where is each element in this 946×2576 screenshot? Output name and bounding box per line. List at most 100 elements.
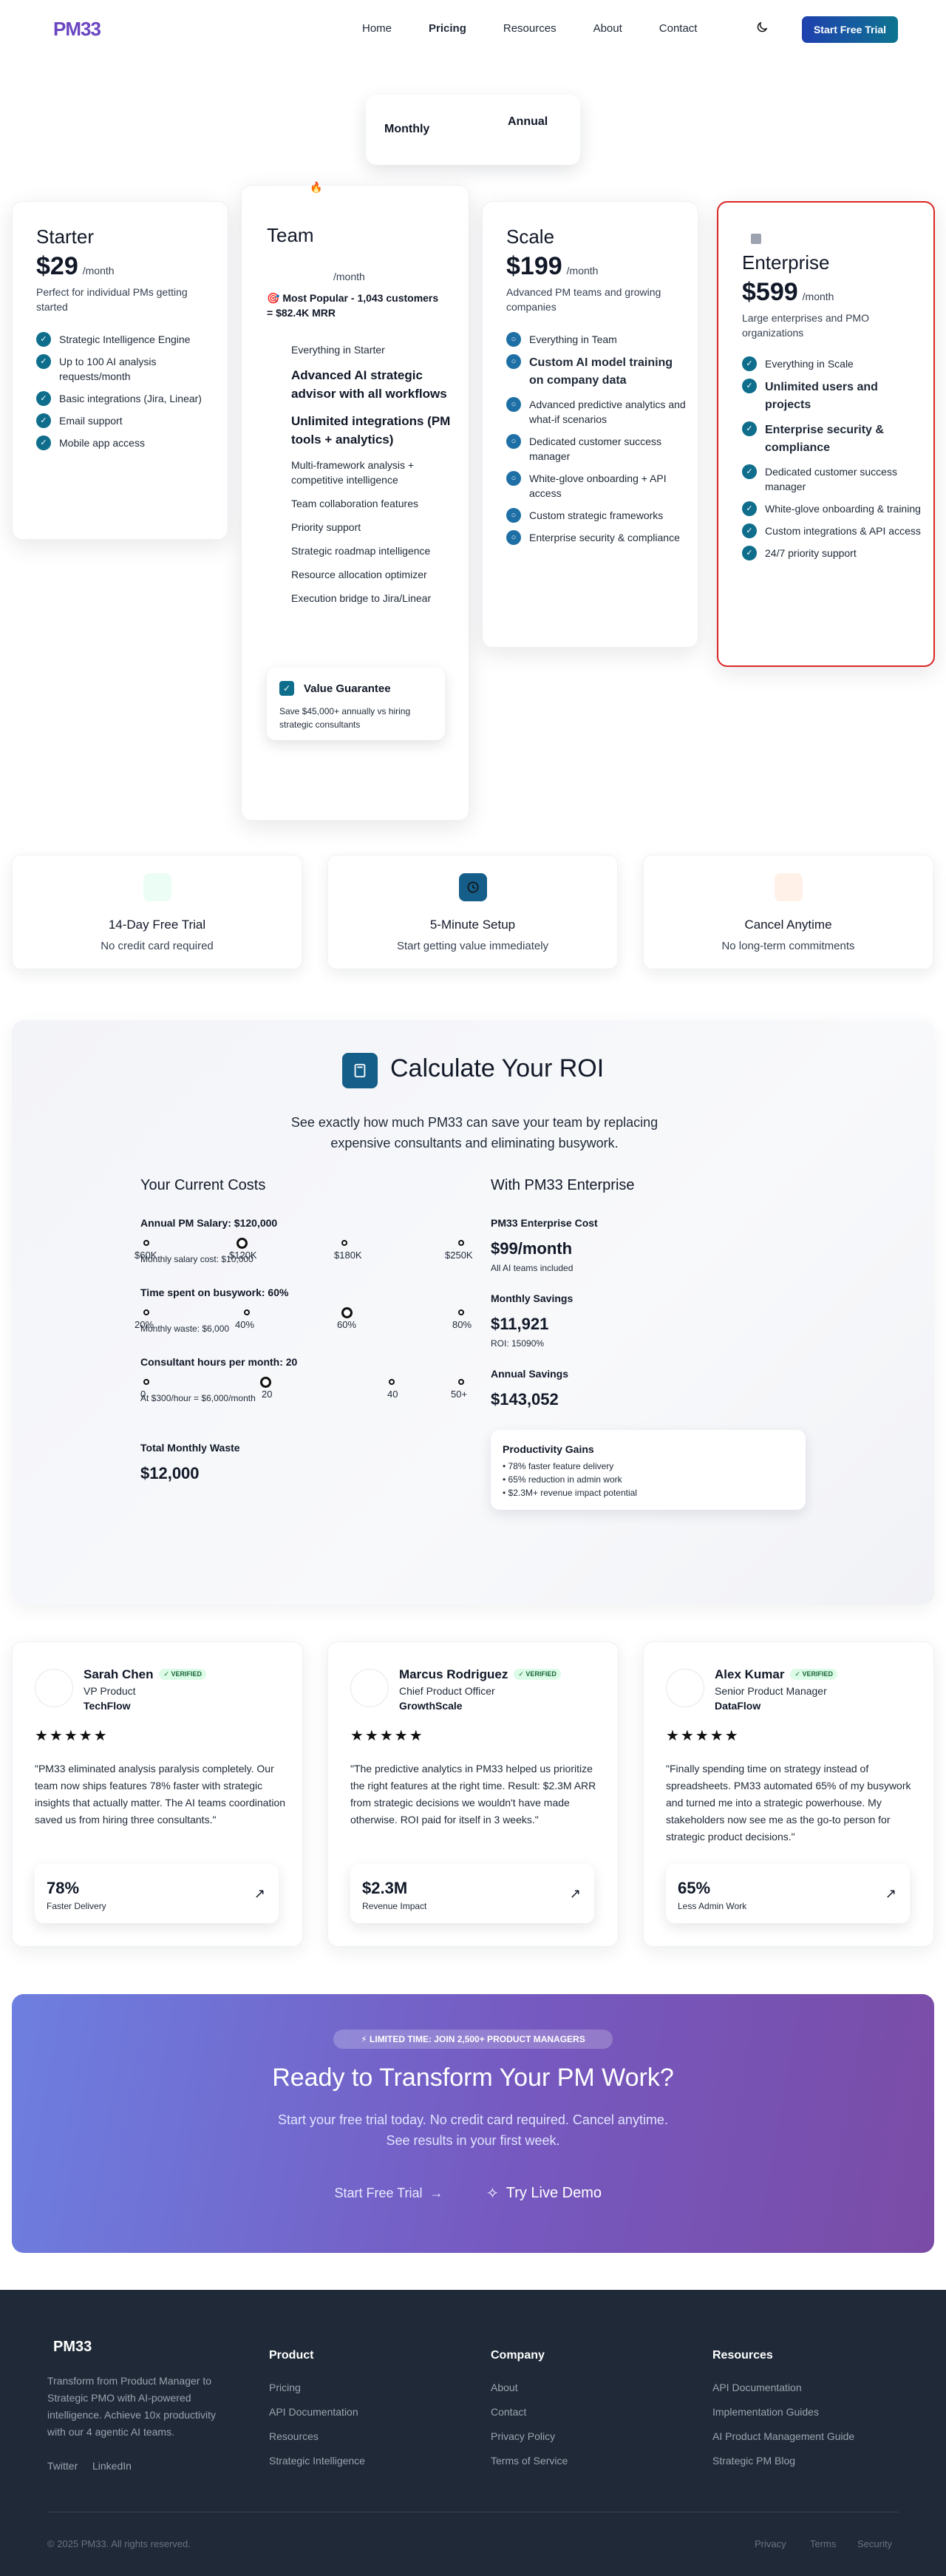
toggle-annual[interactable]: Annual [508,115,548,129]
footer-link[interactable]: Contact [491,2406,568,2418]
footer-col-title: Product [269,2349,314,2362]
trust-sub: No credit card required [101,940,214,952]
busywork-label: Time spent on busywork: 60% [140,1287,289,1298]
footer: PM33 Transform from Product Manager to S… [0,2290,946,2576]
slider-mark [244,1309,250,1315]
feature-item: Advanced AI strategic advisor with all w… [291,368,447,401]
twitter-link[interactable]: Twitter [47,2460,78,2472]
footer-link[interactable]: Strategic Intelligence [269,2455,365,2467]
plan-features: ✓ Everything in Scale ✓ Unlimited users an… [742,356,925,568]
footer-link[interactable]: Strategic PM Blog [712,2455,854,2467]
salary-slider[interactable]: $60K $120K $180K $250K Monthly salary co… [135,1236,473,1266]
testimonial-name: Sarah Chen ✓ VERIFIED [84,1667,207,1682]
moon-icon[interactable] [755,21,769,34]
feature-item: ✓ 24/7 priority support [742,546,925,560]
consult-tick: 20 [262,1389,273,1400]
plan-price: $599 [742,278,798,306]
feature-item: ✓ White-glove onboarding & training [742,501,925,516]
testimonial-quote: "The predictive analytics in PM33 helped… [350,1763,596,1826]
trending-up-icon: ↗ [253,1886,265,1901]
consultant-slider[interactable]: 0 20 40 50+ At $300/hour = $6,000/month [140,1375,467,1405]
star-rating: ★★★★★ [666,1728,740,1744]
busywork-slider[interactable]: 20% 40% 60% 80% Monthly waste: $6,000 [135,1306,472,1335]
plan-period: /month [566,265,599,277]
footer-link[interactable]: Resources [269,2430,365,2442]
security-link[interactable]: Security [857,2538,892,2549]
feature-item: ○ Custom AI model training on company dat… [506,354,687,390]
trending-up-icon: ↗ [569,1886,581,1901]
slider-thumb[interactable] [260,1377,271,1388]
gain-item: • $2.3M+ revenue impact potential [503,1488,637,1498]
avatar [35,1669,73,1707]
check-icon: ✓ [36,332,51,347]
slider-mark [389,1379,395,1385]
feature-item: Resource allocation optimizer [291,569,427,580]
target-icon: 🎯 [267,292,283,304]
footer-link[interactable]: Implementation Guides [712,2406,854,2418]
feature-item: ○ Everything in Team [506,332,687,347]
footer-link[interactable]: Pricing [269,2382,365,2393]
feature-item: ✓ Enterprise security & compliance [742,421,925,457]
nav-resources[interactable]: Resources [503,22,557,35]
slider-thumb[interactable] [236,1238,248,1249]
limited-time-badge: ⚡ LIMITED TIME: JOIN 2,500+ PRODUCT MANA… [333,2030,613,2049]
savings-value: $11,921 [491,1315,549,1333]
salary-label: Annual PM Salary: $120,000 [140,1217,278,1229]
slider-mark [143,1240,149,1246]
nav-pricing[interactable]: Pricing [429,22,466,35]
footer-link[interactable]: Privacy Policy [491,2430,568,2442]
salary-tick: $180K [334,1250,362,1261]
plan-card-enterprise: Enterprise $599/month Large enterprises … [717,201,935,667]
check-icon: ○ [506,332,521,347]
verified-badge: ✓ VERIFIED [514,1669,561,1680]
footer-link[interactable]: Terms of Service [491,2455,568,2467]
feature-item: ✓ Dedicated customer success manager [742,464,925,494]
gift-icon [143,873,171,901]
trending-up-icon: ↗ [885,1886,896,1901]
plan-price: $199 [506,252,562,280]
slider-thumb[interactable] [341,1307,353,1318]
cta-banner: ⚡ LIMITED TIME: JOIN 2,500+ PRODUCT MANA… [12,1994,934,2253]
consult-note: At $300/hour = $6,000/month [140,1393,256,1403]
nav-home[interactable]: Home [362,22,392,35]
star-rating: ★★★★★ [350,1728,424,1744]
footer-link[interactable]: AI Product Management Guide [712,2430,854,2442]
testimonial-quote: "Finally spending time on strategy inste… [666,1763,911,1843]
feature-item: Everything in Starter [291,344,385,356]
cta-start-trial-button[interactable]: Start Free Trial → [322,2175,455,2211]
plan-name: Starter [36,226,95,248]
feature-item: ✓ Strategic Intelligence Engine [36,332,221,347]
toggle-monthly[interactable]: Monthly [384,123,429,136]
footer-link[interactable]: About [491,2382,568,2393]
main-nav: Home Pricing Resources About Contact [362,22,734,35]
check-icon: ✓ [742,356,757,371]
verified-badge: ✓ VERIFIED [159,1669,207,1680]
linkedin-link[interactable]: LinkedIn [92,2460,132,2472]
footer-col-title: Resources [712,2349,773,2362]
gain-item: • 78% faster feature delivery [503,1461,614,1471]
check-icon: ✓ [742,501,757,516]
footer-logo[interactable]: PM33 [53,2339,92,2356]
privacy-link[interactable]: Privacy [755,2538,786,2549]
nav-start-trial-button[interactable]: Start Free Trial [802,16,898,43]
footer-link[interactable]: API Documentation [269,2406,365,2418]
check-icon: ○ [506,508,521,523]
consult-tick: 40 [387,1389,398,1400]
nav-about[interactable]: About [593,22,622,35]
slider-mark [143,1379,149,1385]
nav-contact[interactable]: Contact [659,22,698,35]
footer-col-product: Product Pricing API Documentation Resour… [269,2349,365,2479]
terms-link[interactable]: Terms [810,2538,836,2549]
slider-mark [341,1240,347,1246]
feature-item: ✓ Mobile app access [36,435,221,450]
testimonial-stat: 65% Less Admin Work ↗ [666,1864,910,1923]
logo[interactable]: PM33 [53,18,101,41]
footer-link[interactable]: API Documentation [712,2382,854,2393]
x-icon [774,873,803,901]
plan-card-scale: Scale $199/month Advanced PM teams and g… [482,201,698,648]
slider-mark [458,1240,464,1246]
cta-live-demo-button[interactable]: ✧ Try Live Demo [477,2175,610,2211]
plan-features: ✓ Strategic Intelligence Engine ✓ Up to 10… [36,332,221,458]
feature-item: Strategic roadmap intelligence [291,545,431,557]
calculator-icon [342,1053,378,1088]
